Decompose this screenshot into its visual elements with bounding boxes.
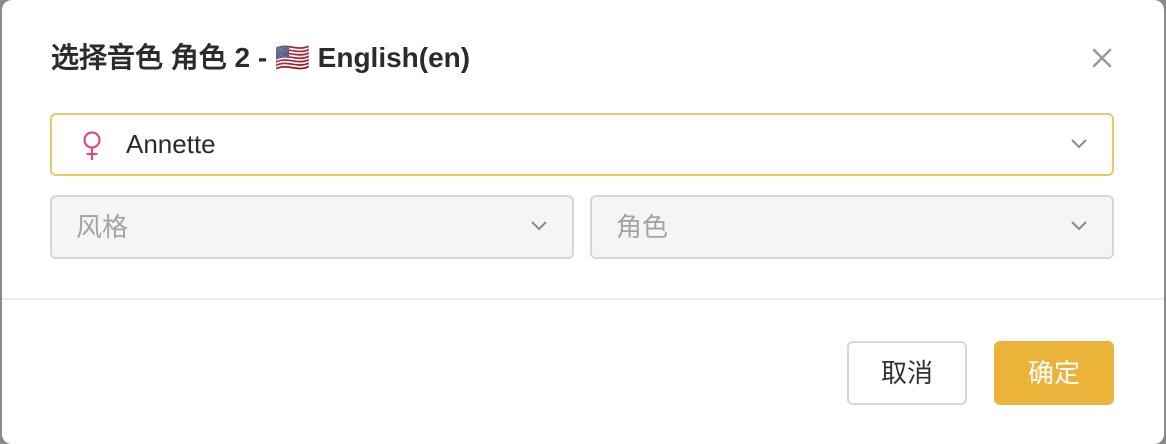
dialog-title-language: English(en)	[309, 42, 471, 73]
style-select-placeholder: 风格	[76, 212, 129, 242]
voice-select-value: Annette	[126, 129, 216, 159]
chevron-down-icon	[531, 221, 547, 231]
female-icon	[83, 131, 101, 160]
chevron-down-icon	[1071, 221, 1087, 231]
us-flag-icon: 🇺🇸	[275, 42, 310, 73]
footer-divider	[2, 298, 1164, 300]
dialog-title-text: 选择音色 角色 2 -	[51, 42, 276, 73]
role-select-placeholder: 角色	[616, 212, 669, 242]
cancel-button[interactable]: 取消	[847, 341, 967, 405]
close-icon[interactable]	[1088, 44, 1116, 72]
chevron-down-icon	[1071, 139, 1087, 149]
confirm-button[interactable]: 确定	[994, 341, 1114, 405]
role-select[interactable]: 角色	[590, 195, 1114, 259]
voice-select[interactable]: Annette	[50, 113, 1114, 176]
dialog-title: 选择音色 角色 2 - 🇺🇸 English(en)	[51, 38, 470, 78]
voice-select-dialog: 选择音色 角色 2 - 🇺🇸 English(en) Annette 风格 角色…	[2, 0, 1164, 444]
style-select[interactable]: 风格	[50, 195, 574, 259]
